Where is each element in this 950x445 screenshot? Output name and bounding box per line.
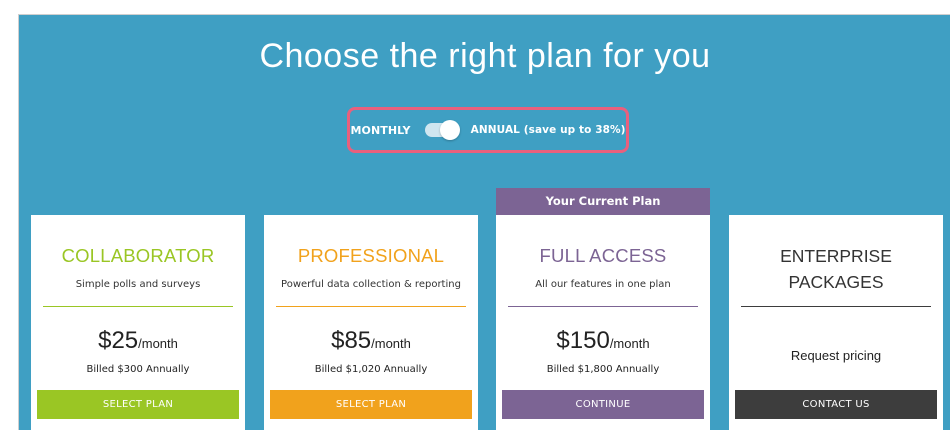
price-amount: $25 bbox=[98, 327, 139, 354]
plan-price: $25/month bbox=[31, 327, 245, 355]
switch-knob bbox=[439, 120, 460, 140]
plan-card-collaborator: COLLABORATOR Simple polls and surveys $2… bbox=[31, 215, 245, 445]
plan-price: $85/month bbox=[264, 327, 478, 355]
plan-name: FULL ACCESS bbox=[539, 245, 667, 266]
plan-subtitle: Powerful data collection & reporting bbox=[281, 279, 461, 290]
plan-name: ENTERPRISE PACKAGES bbox=[729, 243, 943, 295]
request-pricing-text: Request pricing bbox=[790, 348, 882, 363]
price-period: /month bbox=[138, 336, 178, 351]
price-amount: $150 bbox=[556, 327, 610, 354]
current-plan-banner: Your Current Plan bbox=[496, 188, 710, 215]
billed-note: Billed $1,800 Annually bbox=[546, 364, 660, 375]
plan-name-line2: PACKAGES bbox=[788, 272, 884, 292]
billing-period-switch[interactable] bbox=[424, 120, 460, 140]
plan-price: $150/month bbox=[496, 327, 710, 355]
select-plan-button[interactable]: SELECT PLAN bbox=[37, 390, 239, 419]
billing-toggle: MONTHLY ANNUAL (save up to 38%) bbox=[347, 107, 629, 153]
plan-divider bbox=[276, 306, 466, 307]
billed-note: Billed $1,020 Annually bbox=[314, 364, 428, 375]
annual-label[interactable]: ANNUAL (save up to 38%) bbox=[471, 124, 626, 136]
plan-name-line1: ENTERPRISE bbox=[780, 246, 892, 266]
price-period: /month bbox=[371, 336, 411, 351]
select-plan-button[interactable]: SELECT PLAN bbox=[270, 390, 472, 419]
page-title: Choose the right plan for you bbox=[259, 37, 711, 75]
plan-name: COLLABORATOR bbox=[61, 245, 215, 266]
price-period: /month bbox=[609, 336, 650, 351]
plan-subtitle: Simple polls and surveys bbox=[75, 279, 201, 290]
pricing-panel: Choose the right plan for you MONTHLY AN… bbox=[18, 14, 950, 445]
plan-name: PROFESSIONAL bbox=[297, 245, 445, 266]
continue-button[interactable]: CONTINUE bbox=[502, 390, 704, 419]
billed-note: Billed $300 Annually bbox=[86, 364, 190, 375]
monthly-label[interactable]: MONTHLY bbox=[350, 124, 410, 137]
plan-divider bbox=[43, 306, 233, 307]
plan-subtitle: All our features in one plan bbox=[535, 279, 671, 290]
plan-card-enterprise: ENTERPRISE PACKAGES Request pricing CONT… bbox=[729, 215, 943, 445]
contact-us-button[interactable]: CONTACT US bbox=[735, 390, 937, 419]
plan-card-full-access: FULL ACCESS All our features in one plan… bbox=[496, 215, 710, 445]
plan-divider bbox=[508, 306, 698, 307]
price-amount: $85 bbox=[331, 327, 372, 354]
plan-card-professional: PROFESSIONAL Powerful data collection & … bbox=[264, 215, 478, 445]
plan-divider bbox=[741, 306, 931, 307]
